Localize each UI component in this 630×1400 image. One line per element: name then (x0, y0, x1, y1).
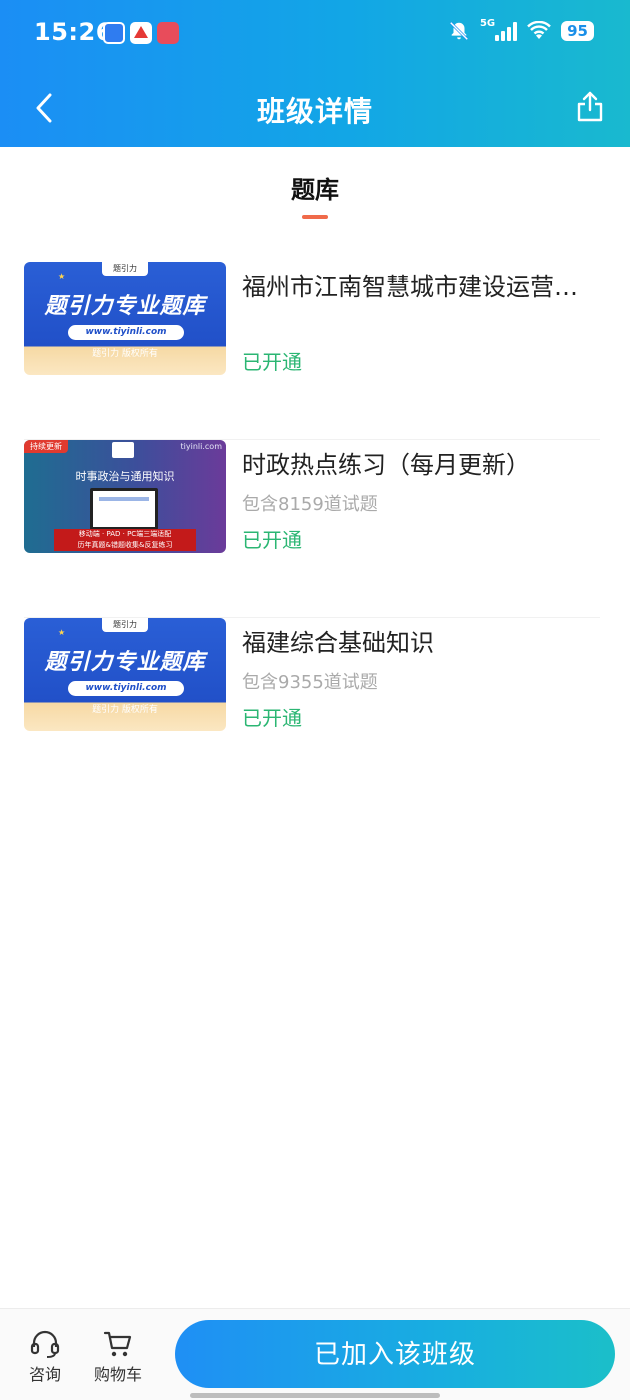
share-button[interactable] (570, 84, 610, 128)
list-item[interactable]: 持续更新 tiyinli.com 时事政治与通用知识 移动端 · PAD · P… (24, 440, 600, 618)
page-title: 班级详情 (256, 95, 373, 128)
thumb-headline: 题引力专业题库 (44, 294, 206, 319)
item-status: 已开通 (242, 528, 302, 552)
status-bar: 15:26 5G 95 (0, 0, 630, 70)
thumb-copyright: 题引力 版权所有 (92, 349, 158, 359)
item-thumbnail: ★ 题引力 题引力专业题库 www.tiyinli.com 题引力 版权所有 (24, 618, 226, 731)
thumb-logo: 题引力 (102, 618, 148, 632)
cart-icon (103, 1331, 132, 1357)
share-icon (577, 91, 603, 122)
joined-class-button[interactable]: 已加入该班级 (175, 1320, 615, 1388)
header-background: 15:26 5G 95 班级详情 (0, 0, 630, 147)
thumb-url: www.tiyinli.com (68, 681, 184, 696)
headset-icon (30, 1330, 60, 1358)
bell-mute-icon (449, 21, 469, 41)
thumb-copyright: 题引力 版权所有 (92, 705, 158, 715)
system-icons: 5G 95 (448, 17, 594, 42)
device-screen-icon (90, 488, 158, 530)
nav-bar: 班级详情 (0, 70, 630, 147)
item-info: 福建综合基础知识 包含9355道试题 已开通 (242, 618, 600, 731)
tab-underline (302, 215, 328, 219)
cart-button[interactable]: 购物车 (88, 1329, 148, 1385)
cart-label: 购物车 (93, 1365, 142, 1384)
item-title: 福州市江南智慧城市建设运营… (242, 273, 578, 301)
consult-button[interactable]: 咨询 (15, 1329, 75, 1385)
battery-icon: 95 (561, 21, 594, 41)
item-thumbnail: 持续更新 tiyinli.com 时事政治与通用知识 移动端 · PAD · P… (24, 440, 226, 553)
thumb-logo: 题引力 (102, 262, 148, 276)
thumb-band-line1: 移动端 · PAD · PC端三端适配 (78, 530, 172, 538)
network-type: 5G (479, 17, 496, 29)
star-icon: ★ (58, 272, 66, 281)
consult-label: 咨询 (28, 1365, 61, 1384)
signal-icon (495, 21, 518, 41)
thumb-band: 移动端 · PAD · PC端三端适配 历年真题&错题收集&反复练习 (54, 529, 196, 551)
tab-question-bank[interactable]: 题库 (0, 170, 630, 219)
thumb-band-line2: 历年真题&错题收集&反复练习 (77, 541, 173, 549)
tab-label: 题库 (291, 176, 339, 204)
thumb-headline: 时事政治与通用知识 (75, 470, 175, 483)
home-indicator (190, 1393, 440, 1398)
item-info: 福州市江南智慧城市建设运营… 已开通 (242, 262, 600, 375)
app-shield-icon (103, 22, 125, 44)
thumb-tag: 持续更新 (24, 440, 68, 453)
item-title: 时政热点练习（每月更新） (242, 451, 530, 479)
list-item[interactable]: ★ 题引力 题引力专业题库 www.tiyinli.com 题引力 版权所有 福… (24, 262, 600, 440)
thumb-url: www.tiyinli.com (68, 325, 184, 340)
wifi-icon (527, 21, 551, 39)
item-info: 时政热点练习（每月更新） 包含8159道试题 已开通 (242, 440, 600, 553)
question-bank-list: ★ 题引力 题引力专业题库 www.tiyinli.com 题引力 版权所有 福… (24, 262, 600, 796)
thumb-site: tiyinli.com (180, 442, 222, 451)
list-item[interactable]: ★ 题引力 题引力专业题库 www.tiyinli.com 题引力 版权所有 福… (24, 618, 600, 796)
thumb-logo-badge (112, 442, 134, 458)
item-status: 已开通 (242, 350, 302, 374)
item-title: 福建综合基础知识 (242, 629, 434, 657)
item-subtitle: 包含8159道试题 (242, 494, 378, 515)
status-time: 15:26 (34, 18, 113, 46)
item-status: 已开通 (242, 706, 302, 730)
thumb-headline: 题引力专业题库 (44, 650, 206, 675)
item-subtitle: 包含9355道试题 (242, 672, 378, 693)
item-thumbnail: ★ 题引力 题引力专业题库 www.tiyinli.com 题引力 版权所有 (24, 262, 226, 375)
app-a-icon (130, 22, 152, 44)
star-icon: ★ (58, 628, 66, 637)
app-red-icon (157, 22, 179, 44)
bottom-bar: 咨询 购物车 已加入该班级 (0, 1308, 630, 1400)
